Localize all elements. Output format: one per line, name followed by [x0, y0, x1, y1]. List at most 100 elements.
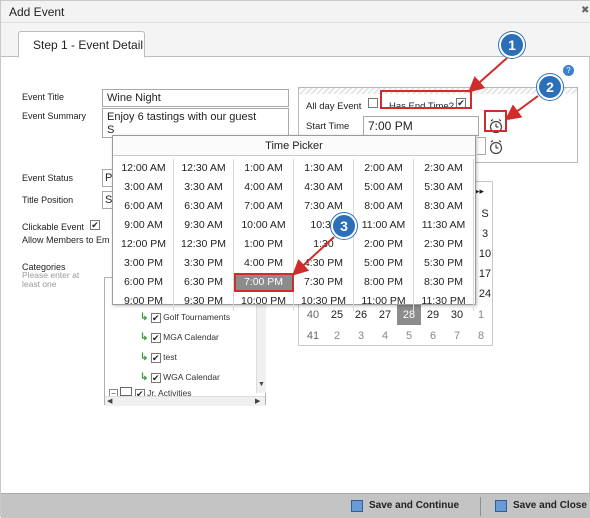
- start-time-input[interactable]: 7:00 PM: [363, 116, 479, 136]
- time-option[interactable]: 12:30 PM: [174, 235, 234, 254]
- time-option[interactable]: 2:30 AM: [414, 159, 474, 178]
- time-option[interactable]: 1:00 PM: [234, 235, 294, 254]
- time-option[interactable]: 8:30 AM: [414, 197, 474, 216]
- time-option[interactable]: 7:30 PM: [294, 273, 354, 292]
- tree-item-test[interactable]: ↳ ✔ test: [140, 352, 177, 363]
- time-option[interactable]: 3:30 AM: [174, 178, 234, 197]
- time-option[interactable]: 2:00 AM: [354, 159, 414, 178]
- calendar-day[interactable]: 3: [349, 326, 373, 346]
- time-option[interactable]: 9:30 PM: [174, 292, 234, 311]
- time-option[interactable]: 1:30 AM: [294, 159, 354, 178]
- save-close-icon: [495, 500, 507, 512]
- time-option[interactable]: 3:00 AM: [114, 178, 174, 197]
- time-option[interactable]: 2:00 PM: [354, 235, 414, 254]
- time-option[interactable]: 12:00 AM: [114, 159, 174, 178]
- time-option[interactable]: 5:30 AM: [414, 178, 474, 197]
- clickable-event-label: Clickable Event: [22, 222, 85, 232]
- calendar-day[interactable]: 5: [397, 326, 421, 346]
- clickable-event-checkbox[interactable]: ✔: [90, 220, 100, 230]
- time-option[interactable]: 12:30 AM: [174, 159, 234, 178]
- event-title-input[interactable]: Wine Night: [102, 89, 289, 107]
- calendar-day[interactable]: 8: [469, 326, 493, 346]
- time-option[interactable]: 6:30 AM: [174, 197, 234, 216]
- time-option[interactable]: 4:00 AM: [234, 178, 294, 197]
- time-option[interactable]: 8:30 PM: [414, 273, 474, 292]
- tree-checkbox[interactable]: ✔: [150, 313, 161, 323]
- calendar-side-value: S: [481, 208, 489, 220]
- child-arrow-icon: ↳: [140, 332, 149, 343]
- end-time-input[interactable]: [477, 137, 486, 155]
- time-option[interactable]: 5:00 AM: [354, 178, 414, 197]
- time-option[interactable]: 8:00 AM: [354, 197, 414, 216]
- time-option[interactable]: 11:00 AM: [354, 216, 414, 235]
- time-option[interactable]: 9:00 PM: [114, 292, 174, 311]
- all-day-checkbox[interactable]: [368, 98, 378, 108]
- time-option[interactable]: 11:30 AM: [414, 216, 474, 235]
- add-event-dialog: Add Event ✖ Step 1 - Event Detail ? Even…: [0, 0, 590, 518]
- time-option[interactable]: 1:00 AM: [234, 159, 294, 178]
- annotation-badge-2: 2: [537, 74, 563, 100]
- time-picker-grid: 12:00 AM 12:30 AM 1:00 AM 1:30 AM 2:00 AM 2:3…: [113, 156, 475, 311]
- annotation-box-has-end-time: [380, 90, 472, 109]
- event-summary-line: Enjoy 6 tastings with our guest: [107, 111, 257, 123]
- calendar-side-value: 24: [478, 288, 492, 300]
- time-option[interactable]: 4:30 PM: [294, 254, 354, 273]
- tree-item-mga[interactable]: ↳ ✔ MGA Calendar: [140, 332, 219, 343]
- calendar-day[interactable]: 6: [421, 326, 445, 346]
- time-option[interactable]: 9:00 AM: [114, 216, 174, 235]
- time-option[interactable]: 11:30 PM: [414, 292, 474, 311]
- time-option[interactable]: 6:00 AM: [114, 197, 174, 216]
- calendar-side-value: 10: [478, 248, 492, 260]
- time-option[interactable]: 11:00 PM: [354, 292, 414, 311]
- close-icon[interactable]: ✖: [581, 5, 590, 17]
- help-icon[interactable]: ?: [563, 65, 574, 76]
- time-option[interactable]: 10:00 AM: [234, 216, 294, 235]
- folder-icon: [120, 387, 133, 396]
- tree-item-wga[interactable]: ↳ ✔ WGA Calendar: [140, 372, 220, 383]
- event-status-label: Event Status: [22, 173, 74, 183]
- footer-bar: Save and Continue Save and Close: [1, 493, 590, 518]
- time-option[interactable]: 10:30 PM: [294, 292, 354, 311]
- save-and-close-button[interactable]: Save and Close: [495, 500, 587, 512]
- time-option-selected[interactable]: 7:00 PM: [234, 273, 294, 292]
- tree-checkbox[interactable]: ✔: [150, 333, 161, 343]
- scroll-left-icon[interactable]: ◀: [107, 397, 112, 405]
- time-option[interactable]: 10:00 PM: [234, 292, 294, 311]
- time-option[interactable]: 9:30 AM: [174, 216, 234, 235]
- tree-checkbox[interactable]: ✔: [150, 353, 161, 363]
- calendar-next-month-icon[interactable]: ▸▸: [475, 186, 484, 197]
- time-option[interactable]: 6:00 PM: [114, 273, 174, 292]
- tree-item-label: Golf Tournaments: [163, 312, 231, 322]
- allow-members-label: Allow Members to Em: [22, 235, 110, 245]
- save-and-continue-button[interactable]: Save and Continue: [351, 500, 459, 512]
- annotation-box-clock: [484, 110, 507, 132]
- time-option[interactable]: 5:30 PM: [414, 254, 474, 273]
- end-time-clock-icon[interactable]: [488, 139, 504, 155]
- calendar-day[interactable]: 7: [445, 326, 469, 346]
- categories-hint-line: least one: [22, 279, 57, 289]
- calendar-day[interactable]: 2: [325, 326, 349, 346]
- tab-event-detail[interactable]: Step 1 - Event Detail: [18, 31, 145, 58]
- time-option[interactable]: 5:00 PM: [354, 254, 414, 273]
- time-option[interactable]: 2:30 PM: [414, 235, 474, 254]
- time-option[interactable]: 7:00 AM: [234, 197, 294, 216]
- calendar-day[interactable]: 4: [373, 326, 397, 346]
- tree-item-label: test: [163, 352, 177, 362]
- scroll-right-icon[interactable]: ▶: [255, 397, 260, 405]
- time-option[interactable]: 4:30 AM: [294, 178, 354, 197]
- time-option[interactable]: 4:00 PM: [234, 254, 294, 273]
- tree-checkbox[interactable]: ✔: [150, 373, 161, 383]
- time-option[interactable]: 12:00 PM: [114, 235, 174, 254]
- tree-horizontal-scrollbar[interactable]: ◀ ▶: [105, 396, 265, 406]
- time-option[interactable]: 3:30 PM: [174, 254, 234, 273]
- time-picker-title: Time Picker: [113, 136, 475, 156]
- time-option[interactable]: 3:00 PM: [114, 254, 174, 273]
- tree-item-label: MGA Calendar: [163, 332, 219, 342]
- footer-divider: [480, 497, 481, 516]
- scroll-down-icon[interactable]: ▼: [258, 381, 265, 388]
- time-option[interactable]: 6:30 PM: [174, 273, 234, 292]
- tree-item-golf[interactable]: ↳ ✔ Golf Tournaments: [140, 312, 230, 323]
- save-icon: [351, 500, 363, 512]
- time-option[interactable]: 8:00 PM: [354, 273, 414, 292]
- event-summary-textarea[interactable]: Enjoy 6 tastings with our guest S: [102, 108, 289, 138]
